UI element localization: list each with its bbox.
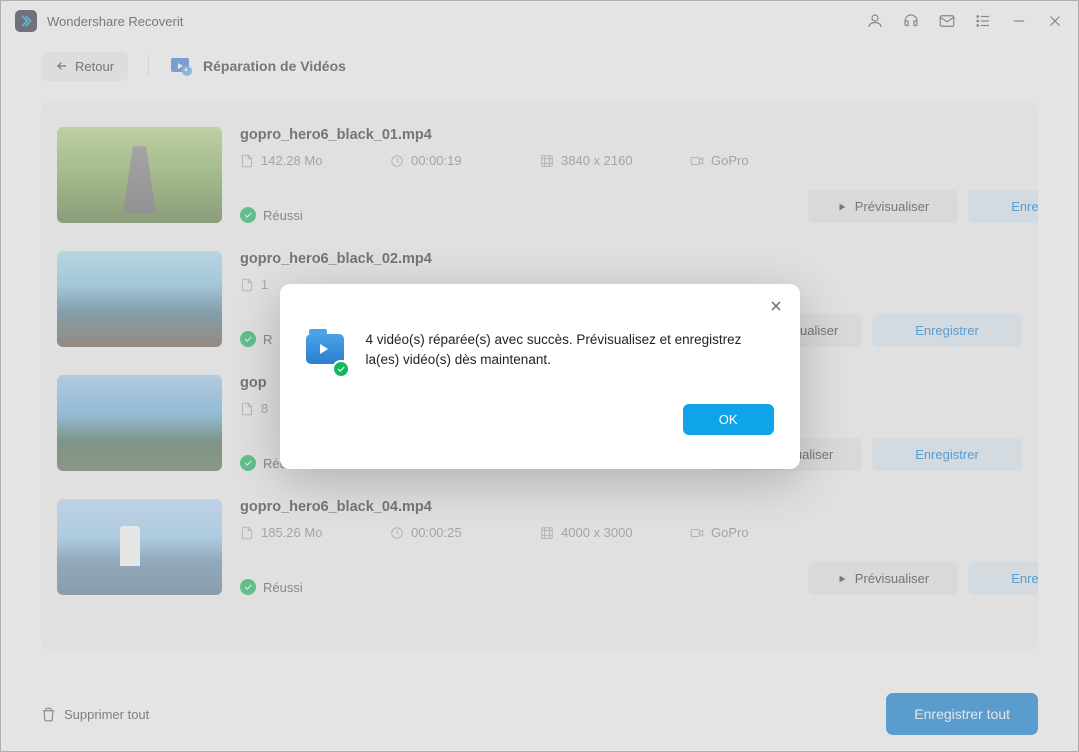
dialog-close-icon[interactable] — [768, 298, 784, 319]
dialog-message: 4 vidéo(s) réparée(s) avec succès. Prévi… — [366, 330, 774, 371]
dialog-ok-button[interactable]: OK — [683, 404, 774, 435]
modal-overlay: 4 vidéo(s) réparée(s) avec succès. Prévi… — [0, 0, 1079, 752]
dialog-body: 4 vidéo(s) réparée(s) avec succès. Prévi… — [306, 330, 774, 376]
success-dialog: 4 vidéo(s) réparée(s) avec succès. Prévi… — [280, 284, 800, 469]
dialog-video-success-icon — [306, 334, 348, 376]
